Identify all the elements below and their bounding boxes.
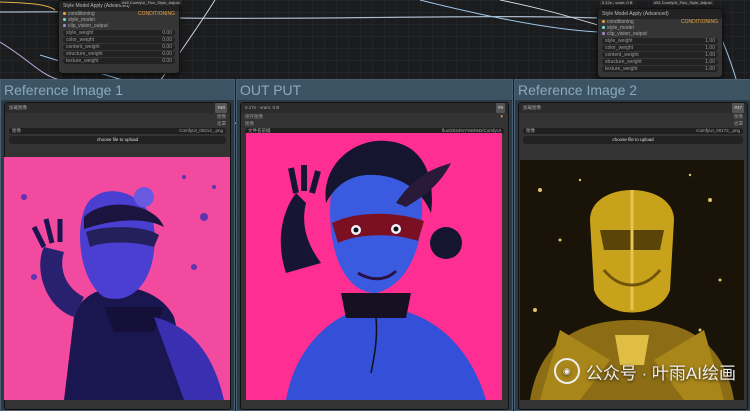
output-row: 遮罩	[5, 120, 230, 127]
widget-label: color_weight	[605, 45, 634, 51]
socket-icon[interactable]	[63, 24, 66, 28]
upload-button[interactable]: choose file to upload	[523, 136, 743, 144]
structure-weight-widget[interactable]: structure_weight 0.00	[63, 51, 175, 57]
node-header: 加载图像 #47	[519, 103, 747, 113]
widget-value: 1.00	[705, 52, 715, 58]
widget-value: 1.00	[705, 66, 715, 72]
widget-label: structure_weight	[605, 59, 642, 65]
node-id-badge: #47	[732, 103, 744, 113]
socket-icon[interactable]	[63, 12, 66, 16]
input-label: clip_vision_output	[607, 31, 647, 37]
style-model-node-left[interactable]: Style Model Apply (Advanced) conditionin…	[58, 0, 180, 74]
node-tag: #51 ComfyUI_Flux_Style_Adjust	[652, 0, 714, 5]
widget-label: structure_weight	[66, 51, 103, 57]
widget-label: style_weight	[66, 30, 94, 36]
input-row: clip_vision_output	[59, 23, 179, 29]
node-title-row: 保存图像 ▼	[241, 113, 508, 120]
output-image-label[interactable]: 图像	[217, 113, 226, 120]
node-label: 加载图像	[523, 105, 541, 110]
node-label: 加载图像	[9, 105, 27, 110]
image-select[interactable]: 图像 ComfyUI_00214_.png	[9, 128, 226, 134]
wire	[179, 16, 601, 20]
output-label: CONDITIONING	[138, 11, 175, 17]
portrait-illustration	[4, 157, 230, 400]
widget-label: content_weight	[66, 44, 100, 50]
output-row: 图像	[519, 113, 747, 120]
color-weight-widget[interactable]: color_weight 0.00	[63, 37, 175, 43]
widget-label: texture_weight	[605, 66, 638, 72]
widget-value: 1.00	[705, 38, 715, 44]
select-label: 图像	[12, 128, 21, 133]
widget-label: color_weight	[66, 37, 95, 43]
widget-label: texture_weight	[66, 58, 99, 64]
node-id-badge: #40	[215, 103, 227, 113]
style-weight-widget[interactable]: style_weight 0.00	[63, 30, 175, 36]
select-value: ComfyUI_00214_.png	[179, 128, 223, 133]
texture-weight-widget[interactable]: texture_weight 1.00	[602, 66, 718, 72]
output-row: 图像	[5, 113, 230, 120]
wire	[419, 0, 599, 33]
input-image-label[interactable]: 图像	[245, 120, 254, 127]
socket-icon[interactable]	[602, 20, 605, 24]
output-mask-label[interactable]: 遮罩	[217, 120, 226, 127]
style-weight-widget[interactable]: style_weight 1.00	[602, 38, 718, 44]
widget-value: 1.00	[705, 45, 715, 51]
node-tag: #48 ComfyUI_Flux_Style_Adjust	[120, 0, 182, 5]
node-label: 保存图像	[245, 114, 263, 119]
wire	[0, 1, 56, 11]
portrait-illustration	[246, 133, 502, 400]
node-title-text: Style Model Apply (Advanced)	[602, 11, 669, 17]
node-header: 0.17s - vram: 0 B #9	[241, 103, 508, 113]
image-select[interactable]: 图像 ComfyUI_00172_.png	[523, 128, 743, 134]
watermark: ◉ 公众号 · 叶雨AI绘画	[553, 358, 736, 384]
reference-image-1-preview	[4, 157, 230, 400]
widget-value: 0.00	[162, 37, 172, 43]
node-title: Style Model Apply (Advanced)	[598, 9, 722, 19]
group-title[interactable]: Reference Image 1	[1, 80, 234, 100]
node-header: 加载图像 #40	[5, 103, 230, 113]
node-timing: 0.12s - vram: 0 B	[600, 0, 635, 5]
node-id-badge: #9	[495, 103, 505, 113]
wire	[0, 41, 61, 81]
structure-weight-widget[interactable]: structure_weight 1.00	[602, 59, 718, 65]
output-label: CONDITIONING	[681, 19, 718, 25]
input-row: 图像	[241, 120, 508, 127]
socket-icon[interactable]	[602, 32, 605, 36]
input-row: clip_vision_output	[598, 31, 722, 37]
widget-value: 0.00	[162, 51, 172, 57]
content-weight-widget[interactable]: content_weight 1.00	[602, 52, 718, 58]
node-timing: 0.17s - vram: 0 B	[245, 105, 280, 110]
upload-button[interactable]: choose file to upload	[9, 136, 226, 144]
widget-value: 0.00	[162, 30, 172, 36]
style-model-node-right[interactable]: Style Model Apply (Advanced) conditionin…	[597, 8, 723, 78]
socket-icon[interactable]	[602, 26, 605, 30]
output-image-preview	[246, 133, 502, 400]
wechat-icon: ◉	[553, 358, 580, 384]
output-row: 遮罩	[519, 120, 747, 127]
warning-icon: ▼	[499, 114, 504, 119]
widget-value: 0.00	[162, 44, 172, 50]
select-label: 图像	[526, 128, 535, 133]
group-title[interactable]: OUT PUT	[237, 80, 512, 100]
output-mask-label[interactable]: 遮罩	[734, 120, 743, 127]
widget-value: 0.00	[162, 58, 172, 64]
output-image-label[interactable]: 图像	[734, 113, 743, 120]
widget-label: content_weight	[605, 52, 639, 58]
socket-icon[interactable]	[63, 18, 66, 22]
group-title[interactable]: Reference Image 2	[515, 80, 750, 100]
widget-value: 1.00	[705, 59, 715, 65]
color-weight-widget[interactable]: color_weight 1.00	[602, 45, 718, 51]
watermark-text: 公众号 · 叶雨AI绘画	[585, 363, 736, 383]
texture-weight-widget[interactable]: texture_weight 0.00	[63, 58, 175, 64]
content-weight-widget[interactable]: content_weight 0.00	[63, 44, 175, 50]
widget-label: style_weight	[605, 38, 633, 44]
input-label: clip_vision_output	[68, 23, 108, 29]
select-value: ComfyUI_00172_.png	[696, 128, 740, 133]
